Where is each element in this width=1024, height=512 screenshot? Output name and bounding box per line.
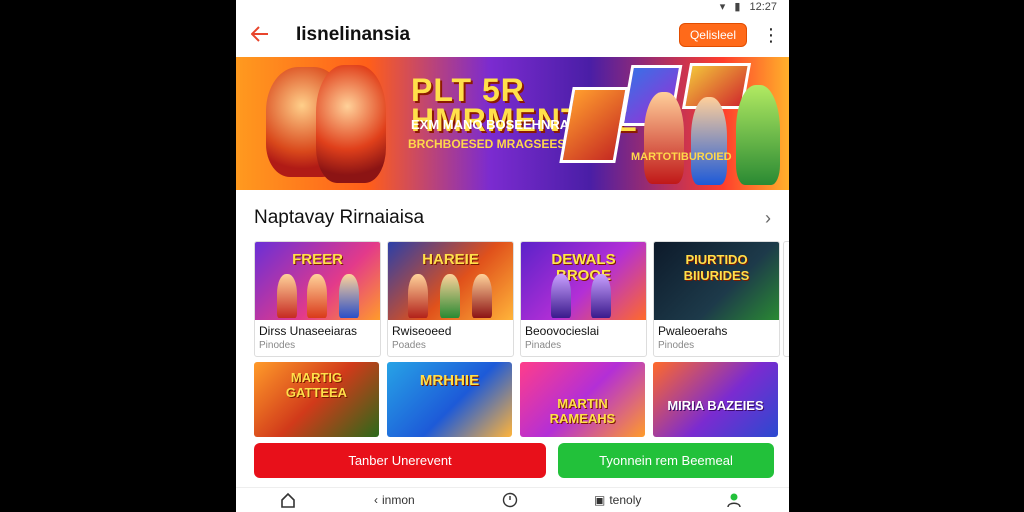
thumb-title: MIRIA BAZEIES	[667, 398, 764, 413]
status-bar: ▾ ▮ 12:27	[236, 0, 789, 14]
banner-subline: EXM MANO BOSEEHNRA	[411, 117, 570, 132]
banner-card	[559, 87, 629, 163]
section-header: Naptavay Rirnaiaisa ›	[254, 205, 771, 231]
game-title: Beoovocieslai	[525, 324, 600, 338]
game-thumbnail-row2[interactable]: MIRIA BAZEIES	[653, 362, 778, 437]
phone-screen: ▾ ▮ 12:27 Iisnelinansia Qelisleel ⋮ PLT …	[236, 0, 789, 512]
back-arrow-icon[interactable]	[236, 22, 284, 48]
banner-tagline: BRCHBOESED MRAGSEES	[408, 137, 566, 151]
game-card[interactable]: HAREIE Rwiseoeed Poades	[387, 241, 514, 357]
chevron-left-icon: ‹	[374, 493, 378, 507]
battery-icon: ▮	[734, 1, 741, 13]
game-thumbnail-row2[interactable]: MARTIN RAMEAHS	[520, 362, 645, 437]
game-subtitle: Pinodes	[259, 340, 296, 351]
game-thumbnail: DEWALS BROOE	[521, 242, 646, 320]
banner-hero	[644, 92, 684, 184]
game-thumbnail: FREER	[255, 242, 380, 320]
game-card[interactable]: PIURTIDO BIIURIDES Pwaleoerahs Pinodes	[653, 241, 780, 357]
game-card-partial[interactable]	[783, 241, 789, 357]
game-subtitle: Pinades	[525, 340, 562, 351]
banner-hero	[736, 85, 780, 185]
game-thumbnail: PIURTIDO BIIURIDES	[654, 242, 779, 320]
signal-icon: ▾	[719, 1, 726, 13]
nav-label: inmon	[382, 493, 415, 507]
nav-item-media[interactable]: ▣ tenoly	[594, 493, 641, 507]
section-title: Naptavay Rirnaiaisa	[254, 207, 425, 228]
promo-banner[interactable]: PLT 5R HMRMENTINE EXM MANO BOSEEHNRA BRC…	[236, 57, 789, 190]
status-time: 12:27	[749, 1, 777, 13]
game-card[interactable]: DEWALS BROOE Beoovocieslai Pinades	[520, 241, 647, 357]
thumb-title: MRHHIE	[419, 372, 480, 389]
game-subtitle: Pinodes	[658, 340, 695, 351]
nav-home-icon[interactable]	[280, 492, 296, 508]
banner-hero-left-2	[316, 65, 386, 183]
media-icon: ▣	[594, 493, 606, 507]
game-subtitle: Poades	[392, 340, 426, 351]
app-bar: Iisnelinansia Qelisleel ⋮	[236, 14, 789, 56]
nav-label: tenoly	[609, 493, 642, 507]
primary-green-button[interactable]: Tyonnein rem Beemeal	[558, 443, 774, 478]
thumb-title: MARTIG GATTEEA	[285, 370, 348, 400]
banner-hero	[691, 97, 727, 185]
bottom-nav: ‹ inmon ▣ tenoly	[236, 487, 789, 512]
nav-profile-icon[interactable]	[726, 492, 742, 508]
game-thumbnail-row2[interactable]: MRHHIE	[387, 362, 512, 437]
nav-clock-icon[interactable]	[502, 492, 518, 508]
page-title: Iisnelinansia	[296, 24, 411, 45]
nav-item-back[interactable]: ‹ inmon	[374, 493, 415, 507]
action-pill-button[interactable]: Qelisleel	[678, 23, 747, 47]
game-title: Dirss Unaseeiaras	[259, 324, 358, 338]
game-title: Pwaleoerahs	[658, 324, 728, 338]
game-thumbnail-row2[interactable]: MARTIG GATTEEA	[254, 362, 379, 437]
game-title: Rwiseoeed	[392, 324, 452, 338]
chevron-right-icon[interactable]: ›	[765, 208, 771, 229]
thumb-title: MARTIN RAMEAHS	[549, 396, 616, 426]
primary-red-button[interactable]: Tanber Unerevent	[254, 443, 546, 478]
game-thumbnail: HAREIE	[388, 242, 513, 320]
game-card[interactable]: FREER Dirss Unaseeiaras Pinodes	[254, 241, 381, 357]
banner-footer-text: MARTOTIBUROIED	[631, 151, 732, 163]
more-options-icon[interactable]: ⋮	[759, 25, 783, 46]
